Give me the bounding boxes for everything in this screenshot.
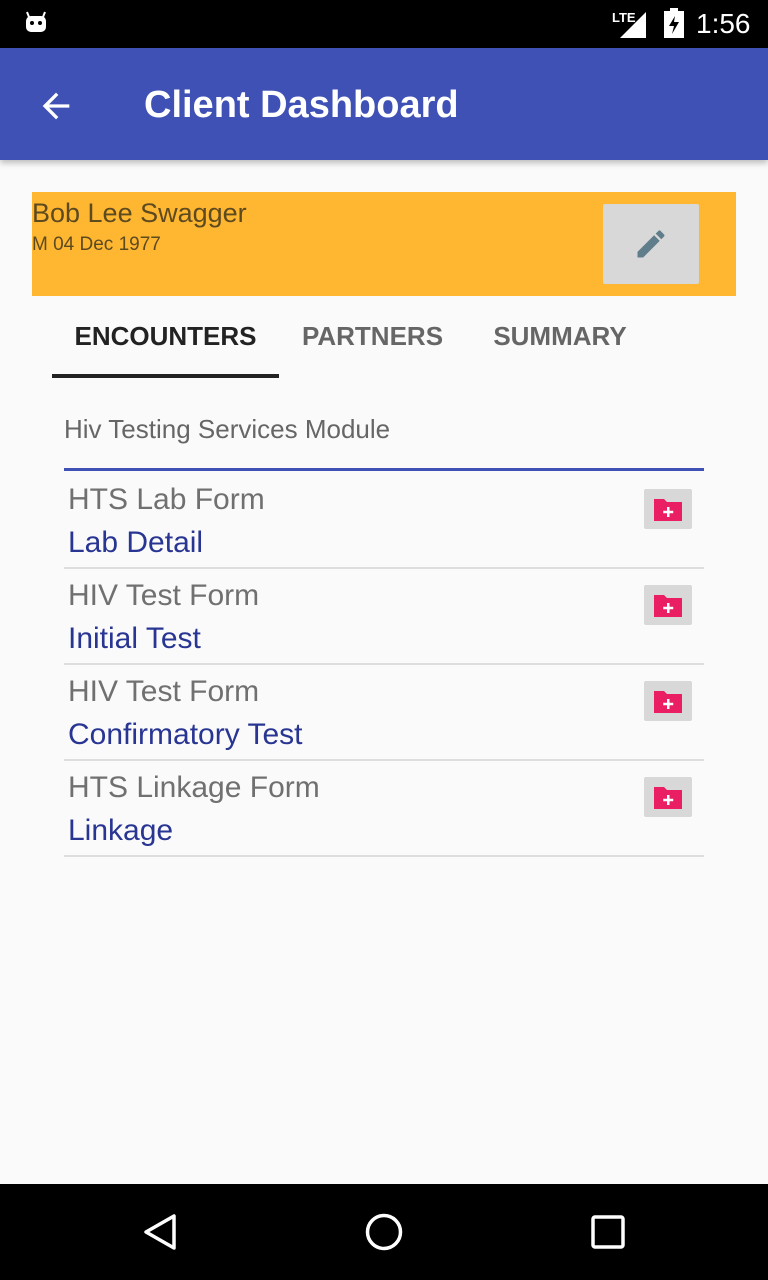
client-sex-dob: M 04 Dec 1977 xyxy=(32,234,161,255)
encounter-label: Lab Detail xyxy=(68,526,204,559)
android-icon xyxy=(26,11,46,32)
encounter-form-name: HTS Lab Form xyxy=(68,483,265,516)
add-encounter-button[interactable] xyxy=(644,777,692,817)
add-encounter-button[interactable] xyxy=(644,585,692,625)
encounter-row[interactable]: HTS Lab Form Lab Detail xyxy=(64,471,704,569)
folder-add-icon xyxy=(654,595,682,617)
client-card: Bob Lee Swagger M 04 Dec 1977 xyxy=(32,192,736,296)
encounter-row[interactable]: HIV Test Form Confirmatory Test xyxy=(64,663,704,761)
folder-add-icon xyxy=(654,499,682,521)
tab-encounters[interactable]: ENCOUNTERS xyxy=(52,300,279,378)
back-triangle-icon[interactable] xyxy=(140,1212,180,1252)
encounter-row[interactable]: HIV Test Form Initial Test xyxy=(64,567,704,665)
app-bar: Client Dashboard xyxy=(0,48,768,160)
page-title: Client Dashboard xyxy=(144,84,459,126)
edit-client-button[interactable] xyxy=(603,204,699,284)
active-tab-indicator xyxy=(52,374,279,378)
folder-add-icon xyxy=(654,691,682,713)
home-circle-icon[interactable] xyxy=(364,1212,404,1252)
module-title: Hiv Testing Services Module xyxy=(64,414,391,444)
tab-partners[interactable]: PARTNERS xyxy=(279,300,466,378)
tab-summary[interactable]: SUMMARY xyxy=(466,300,654,378)
battery-icon xyxy=(664,8,684,38)
encounter-row[interactable]: HTS Linkage Form Linkage xyxy=(64,759,704,857)
encounter-label: Linkage xyxy=(68,814,174,847)
encounter-form-name: HTS Linkage Form xyxy=(68,771,320,804)
add-encounter-button[interactable] xyxy=(644,489,692,529)
encounter-form-name: HIV Test Form xyxy=(68,675,260,708)
encounter-form-name: HIV Test Form xyxy=(68,579,260,612)
add-encounter-button[interactable] xyxy=(644,681,692,721)
status-bar: LTE 1:56 xyxy=(0,0,768,48)
client-name: Bob Lee Swagger xyxy=(32,198,247,228)
clock: 1:56 xyxy=(696,8,751,39)
recents-square-icon[interactable] xyxy=(588,1212,628,1252)
encounter-label: Initial Test xyxy=(68,622,201,655)
pencil-icon xyxy=(637,230,665,258)
tab-bar: ENCOUNTERS PARTNERS SUMMARY xyxy=(52,300,692,378)
folder-add-icon xyxy=(654,787,682,809)
arrow-back-icon[interactable] xyxy=(36,86,76,126)
signal-icon xyxy=(620,12,646,38)
system-nav-bar xyxy=(0,1184,768,1280)
encounter-label: Confirmatory Test xyxy=(68,718,303,751)
